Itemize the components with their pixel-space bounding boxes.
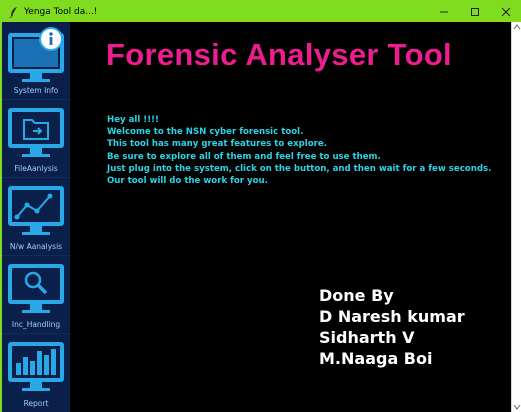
file-analysis-monitor-icon (8, 108, 64, 157)
credits: Done By D Naresh kumar Sidharth V M.Naag… (319, 285, 465, 369)
system-info-monitor-icon (8, 27, 64, 82)
chevron-up-icon (513, 24, 521, 30)
title-bar[interactable]: Yenga Tool da...! (2, 2, 521, 22)
welcome-line: Be sure to explore all of them and feel … (107, 151, 381, 162)
app-window: Yenga Tool da...! System Info FileAanlys… (0, 0, 521, 412)
welcome-line: Just plug into the system, click on the … (107, 163, 492, 174)
sidebar-item-system-info[interactable]: System Info (2, 22, 70, 100)
minimize-button[interactable] (428, 2, 459, 22)
welcome-line: Our tool will do the work for you. (107, 176, 268, 187)
page-title: Forensic Analyser Tool (106, 37, 452, 72)
minimize-icon (439, 11, 448, 13)
welcome-line: This tool has many great features to exp… (107, 139, 327, 150)
credit-name: Sidharth V (319, 328, 415, 347)
sidebar-item-file-analysis[interactable]: FileAanlysis (2, 100, 70, 178)
close-icon (501, 7, 510, 17)
network-analysis-monitor-icon (8, 186, 64, 235)
credit-name: M.Naaga Boi (319, 349, 433, 368)
sidebar-item-label: System Info (13, 86, 59, 95)
welcome-line: Welcome to the NSN cyber forensic tool. (107, 127, 304, 138)
sidebar-item-label: Report (23, 399, 49, 408)
sidebar-item-label: N/w Aanalysis (9, 242, 63, 251)
credit-name: D Naresh kumar (319, 307, 465, 326)
welcome-line: Hey all !!!! (107, 115, 159, 125)
window-controls (428, 2, 521, 22)
credits-heading: Done By (319, 286, 394, 305)
window-title: Yenga Tool da...! (24, 7, 98, 17)
vertical-scrollbar[interactable] (511, 22, 521, 412)
scroll-down-button[interactable] (512, 402, 521, 412)
main-panel: Forensic Analyser Tool Hey all !!!! Welc… (70, 22, 511, 412)
sidebar-item-label: FileAanlysis (14, 164, 58, 173)
sidebar-item-network-analysis[interactable]: N/w Aanalysis (2, 178, 70, 256)
welcome-message: Hey all !!!! Welcome to the NSN cyber fo… (107, 114, 491, 187)
close-button[interactable] (490, 2, 521, 22)
incident-handling-monitor-icon (8, 264, 64, 313)
report-monitor-icon (8, 342, 64, 391)
sidebar: System Info FileAanlysis N/w Aanalysis I… (2, 22, 70, 412)
sidebar-item-label: Inc_Handling (11, 320, 61, 329)
maximize-icon (470, 8, 479, 16)
scroll-up-button[interactable] (512, 22, 521, 32)
maximize-button[interactable] (459, 2, 490, 22)
chevron-down-icon (513, 404, 521, 410)
sidebar-item-incident-handling[interactable]: Inc_Handling (2, 256, 70, 334)
feather-icon (7, 5, 21, 19)
sidebar-item-report[interactable]: Report (2, 334, 70, 412)
